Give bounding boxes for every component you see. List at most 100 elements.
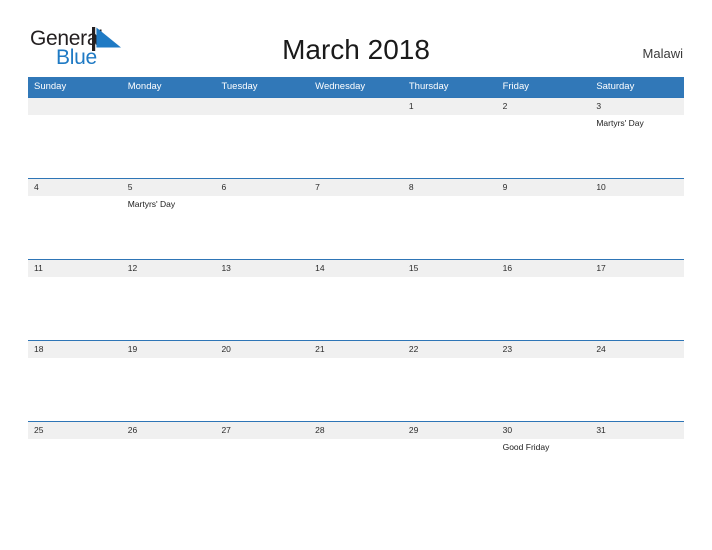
day-number[interactable]: 3 xyxy=(590,98,684,115)
day-events[interactable] xyxy=(122,439,216,502)
day-number[interactable]: 18 xyxy=(28,341,122,358)
day-number[interactable]: 28 xyxy=(309,422,403,439)
day-number[interactable]: 23 xyxy=(497,341,591,358)
day-number[interactable]: 17 xyxy=(590,260,684,277)
day-number[interactable]: 22 xyxy=(403,341,497,358)
day-number[interactable] xyxy=(122,98,216,115)
week-date-band: 1 2 3 xyxy=(28,98,684,115)
day-events[interactable] xyxy=(215,277,309,340)
week-row: 4 5 6 7 8 9 10 Martyrs' Day xyxy=(28,178,684,259)
day-events[interactable] xyxy=(28,439,122,502)
page-header: General Blue March 2018 Malawi xyxy=(0,0,712,77)
day-events[interactable] xyxy=(590,439,684,502)
day-number[interactable]: 5 xyxy=(122,179,216,196)
day-number[interactable]: 14 xyxy=(309,260,403,277)
day-number[interactable]: 7 xyxy=(309,179,403,196)
week-event-band xyxy=(28,358,684,421)
week-event-band xyxy=(28,277,684,340)
day-number[interactable]: 26 xyxy=(122,422,216,439)
day-events[interactable] xyxy=(403,277,497,340)
day-number[interactable]: 12 xyxy=(122,260,216,277)
day-number[interactable]: 2 xyxy=(497,98,591,115)
day-events[interactable] xyxy=(590,277,684,340)
event-label: Good Friday xyxy=(502,442,550,452)
week-event-band: Good Friday xyxy=(28,439,684,502)
day-events[interactable] xyxy=(403,358,497,421)
day-events[interactable] xyxy=(28,277,122,340)
day-events[interactable] xyxy=(122,115,216,178)
week-date-band: 25 26 27 28 29 30 31 xyxy=(28,422,684,439)
day-events[interactable] xyxy=(309,196,403,259)
day-events[interactable] xyxy=(497,115,591,178)
weekday-header-wednesday: Wednesday xyxy=(315,81,366,92)
week-row: 18 19 20 21 22 23 24 xyxy=(28,340,684,421)
day-number[interactable]: 24 xyxy=(590,341,684,358)
day-events[interactable] xyxy=(28,358,122,421)
week-date-band: 4 5 6 7 8 9 10 xyxy=(28,179,684,196)
day-number[interactable]: 30 xyxy=(497,422,591,439)
event-label: Martyrs' Day xyxy=(127,199,176,209)
weekday-header-row: Sunday Monday Tuesday Wednesday Thursday… xyxy=(28,77,684,97)
day-events[interactable] xyxy=(309,439,403,502)
calendar-grid: Sunday Monday Tuesday Wednesday Thursday… xyxy=(28,77,684,502)
page-title: March 2018 xyxy=(282,34,430,65)
day-events[interactable] xyxy=(215,115,309,178)
day-number[interactable]: 6 xyxy=(215,179,309,196)
day-events[interactable] xyxy=(309,358,403,421)
day-number[interactable]: 4 xyxy=(28,179,122,196)
week-event-band: Martyrs' Day xyxy=(28,115,684,178)
day-events[interactable] xyxy=(28,196,122,259)
day-events[interactable] xyxy=(497,358,591,421)
day-number[interactable] xyxy=(309,98,403,115)
day-number[interactable]: 1 xyxy=(403,98,497,115)
day-events[interactable] xyxy=(403,115,497,178)
week-row: 11 12 13 14 15 16 17 xyxy=(28,259,684,340)
day-number[interactable]: 13 xyxy=(215,260,309,277)
day-events[interactable] xyxy=(122,358,216,421)
day-number[interactable] xyxy=(28,98,122,115)
day-number[interactable]: 27 xyxy=(215,422,309,439)
day-number[interactable]: 8 xyxy=(403,179,497,196)
day-number[interactable]: 16 xyxy=(497,260,591,277)
week-event-band: Martyrs' Day xyxy=(28,196,684,259)
day-events[interactable] xyxy=(309,115,403,178)
week-row: 1 2 3 Martyrs' Day xyxy=(28,97,684,178)
locale-label: Malawi xyxy=(642,46,683,61)
day-events[interactable] xyxy=(403,439,497,502)
day-events[interactable] xyxy=(122,277,216,340)
day-number[interactable]: 31 xyxy=(590,422,684,439)
day-number[interactable]: 19 xyxy=(122,341,216,358)
day-events[interactable] xyxy=(215,439,309,502)
day-number[interactable]: 10 xyxy=(590,179,684,196)
day-events[interactable] xyxy=(497,277,591,340)
day-number[interactable]: 25 xyxy=(28,422,122,439)
day-events[interactable] xyxy=(590,358,684,421)
week-row: 25 26 27 28 29 30 31 Good Friday xyxy=(28,421,684,502)
day-number[interactable]: 20 xyxy=(215,341,309,358)
day-number[interactable]: 21 xyxy=(309,341,403,358)
weekday-header-saturday: Saturday xyxy=(596,81,635,92)
day-number[interactable]: 29 xyxy=(403,422,497,439)
day-number[interactable]: 15 xyxy=(403,260,497,277)
weekday-header-sunday: Sunday xyxy=(34,81,67,92)
day-events[interactable] xyxy=(215,358,309,421)
day-number[interactable]: 11 xyxy=(28,260,122,277)
day-events[interactable] xyxy=(215,196,309,259)
event-label: Martyrs' Day xyxy=(596,118,644,128)
day-events[interactable] xyxy=(497,196,591,259)
weekday-header-monday: Monday xyxy=(127,81,162,92)
weekday-header-friday: Friday xyxy=(502,81,529,92)
weekday-header-thursday: Thursday xyxy=(408,81,449,92)
weekday-header-tuesday: Tuesday xyxy=(221,81,258,92)
day-events[interactable] xyxy=(403,196,497,259)
day-events[interactable]: Good Friday xyxy=(497,439,591,502)
day-number[interactable] xyxy=(215,98,309,115)
day-events[interactable]: Martyrs' Day xyxy=(590,115,684,178)
day-events[interactable]: Martyrs' Day xyxy=(122,196,216,259)
week-date-band: 11 12 13 14 15 16 17 xyxy=(28,260,684,277)
day-events[interactable] xyxy=(28,115,122,178)
day-events[interactable] xyxy=(590,196,684,259)
week-date-band: 18 19 20 21 22 23 24 xyxy=(28,341,684,358)
day-number[interactable]: 9 xyxy=(497,179,591,196)
day-events[interactable] xyxy=(309,277,403,340)
